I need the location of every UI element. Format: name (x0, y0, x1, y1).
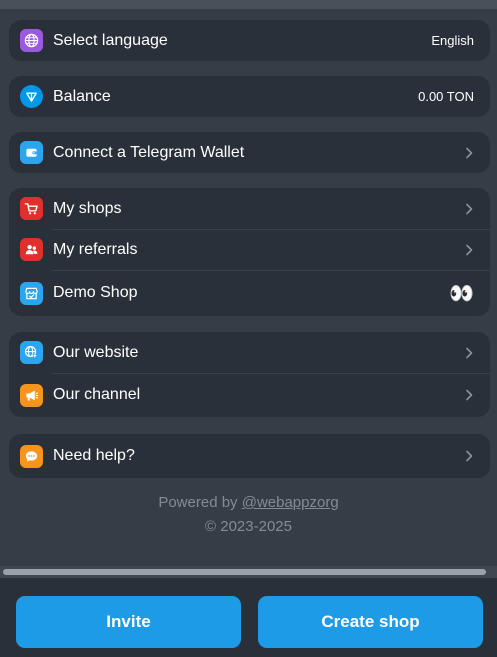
our-channel-label: Our channel (53, 386, 141, 403)
our-website-label: Our website (53, 343, 139, 361)
connect-wallet-label: Connect a Telegram Wallet (53, 143, 245, 161)
chat-icon (20, 444, 43, 468)
cart-icon (20, 197, 43, 220)
shop-icon (20, 281, 43, 305)
balance-label: Balance (53, 87, 111, 105)
select-language-label: Select language (53, 31, 168, 49)
language-group: Select language English (9, 20, 490, 61)
chevron-right-icon (464, 450, 474, 462)
my-referrals-label: My referrals (53, 240, 138, 258)
need-help-label: Need help? (53, 447, 135, 464)
app-screen: Select language English Balance 0.00 TON… (0, 0, 497, 657)
links-group: Our website Our channel (9, 332, 490, 417)
footer: Powered by @webappzorg © 2023-2025 (0, 491, 497, 539)
balance-row[interactable]: Balance 0.00 TON (9, 76, 490, 117)
chevron-right-icon (464, 389, 474, 401)
my-shops-row[interactable]: My shops (9, 188, 490, 229)
my-referrals-row[interactable]: My referrals (9, 229, 490, 270)
balance-group: Balance 0.00 TON (9, 76, 490, 117)
help-group: Need help? (9, 434, 490, 478)
invite-button[interactable]: Invite (16, 596, 241, 648)
need-help-row[interactable]: Need help? (9, 434, 490, 478)
ton-diamond-icon (20, 85, 43, 108)
my-shops-label: My shops (53, 199, 122, 217)
select-language-row[interactable]: Select language English (9, 20, 490, 61)
webappzorg-link[interactable]: @webappzorg (242, 494, 339, 511)
chevron-right-icon (464, 244, 474, 256)
powered-by-line: Powered by @webappzorg (0, 491, 497, 515)
our-channel-row[interactable]: Our channel (9, 373, 490, 417)
shops-group: My shops My referrals Demo Shop 👀 (9, 188, 490, 316)
horizontal-scrollbar[interactable] (0, 566, 497, 578)
eyes-emoji-icon: 👀 (449, 282, 474, 305)
connect-wallet-row[interactable]: Connect a Telegram Wallet (9, 132, 490, 173)
bottom-action-bar: Invite Create shop (0, 578, 497, 657)
web-cursor-icon (20, 341, 43, 364)
wallet-group: Connect a Telegram Wallet (9, 132, 490, 173)
language-value: English (431, 33, 474, 48)
wallet-icon (20, 141, 43, 164)
our-website-row[interactable]: Our website (9, 332, 490, 373)
globe-icon (20, 29, 43, 52)
copyright-text: © 2023-2025 (205, 518, 292, 535)
users-icon (20, 238, 43, 261)
powered-by-text: Powered by (158, 494, 242, 511)
scrollbar-thumb[interactable] (3, 569, 486, 575)
demo-shop-label: Demo Shop (53, 284, 138, 301)
chevron-right-icon (464, 203, 474, 215)
balance-value: 0.00 TON (418, 89, 474, 104)
top-strip (0, 0, 497, 9)
chevron-right-icon (464, 147, 474, 159)
demo-shop-row[interactable]: Demo Shop 👀 (9, 270, 490, 316)
create-shop-button[interactable]: Create shop (258, 596, 483, 648)
megaphone-icon (20, 383, 43, 407)
chevron-right-icon (464, 347, 474, 359)
